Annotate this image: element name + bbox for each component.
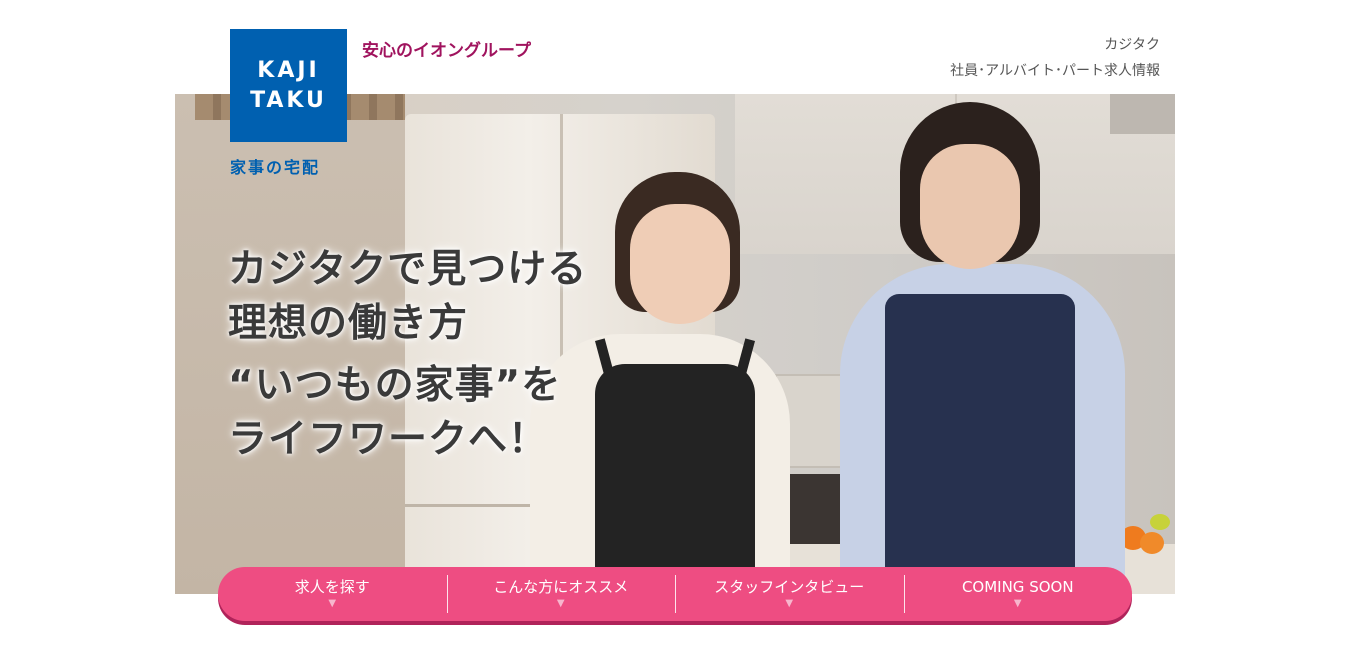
orange <box>1140 532 1164 554</box>
brand-link[interactable]: カジタク <box>1104 37 1160 53</box>
range-hood <box>1110 94 1175 134</box>
hero-line-4: ライフワークへ！ <box>228 417 549 462</box>
nav-recommended-for[interactable]: こんな方にオススメ ▼ <box>446 567 676 621</box>
nav-label: 求人を探す <box>294 578 370 596</box>
main-nav: 求人を探す ▼ こんな方にオススメ ▼ スタッフインタビュー ▼ COMING … <box>218 567 1132 621</box>
aeon-group-tagline: 安心のイオングループ <box>362 41 531 61</box>
person-2-face <box>920 144 1020 269</box>
lemon <box>1150 514 1170 530</box>
hero-line-2: 理想の働き方 <box>228 301 469 346</box>
nav-label: COMING SOON <box>961 578 1074 596</box>
nav-label: こんな方にオススメ <box>493 578 629 596</box>
nav-coming-soon[interactable]: COMING SOON ▼ <box>903 567 1133 621</box>
nav-find-jobs[interactable]: 求人を探す ▼ <box>218 567 447 621</box>
person-1-apron <box>595 364 755 594</box>
caret-down-icon: ▼ <box>556 598 565 609</box>
caret-down-icon: ▼ <box>328 598 337 609</box>
person-1-face <box>630 204 730 324</box>
page: KAJI TAKU 家事の宅配 安心のイオングループ カジタク 社員･アルバイト… <box>0 0 1346 651</box>
nav-staff-interview[interactable]: スタッフインタビュー ▼ <box>675 567 904 621</box>
caret-down-icon: ▼ <box>785 598 794 609</box>
logo-text-line1: KAJI <box>257 57 320 83</box>
kajitaku-logo[interactable]: KAJI TAKU <box>230 29 347 142</box>
person-2-apron <box>885 294 1075 594</box>
hero-headline: カジタクで見つける 理想の働き方 “いつもの家事”を ライフワークへ！ <box>228 243 587 467</box>
hero-line-1: カジタクで見つける <box>228 247 588 292</box>
recruit-info-link[interactable]: 社員･アルバイト･パート求人情報 <box>950 63 1160 79</box>
hero-line-3: “いつもの家事”を <box>228 363 562 408</box>
header-links: カジタク 社員･アルバイト･パート求人情報 <box>950 32 1160 84</box>
logo-text-line2: TAKU <box>250 87 327 113</box>
logo-subtitle: 家事の宅配 <box>230 158 321 177</box>
caret-down-icon: ▼ <box>1013 598 1022 609</box>
nav-label: スタッフインタビュー <box>714 578 865 596</box>
